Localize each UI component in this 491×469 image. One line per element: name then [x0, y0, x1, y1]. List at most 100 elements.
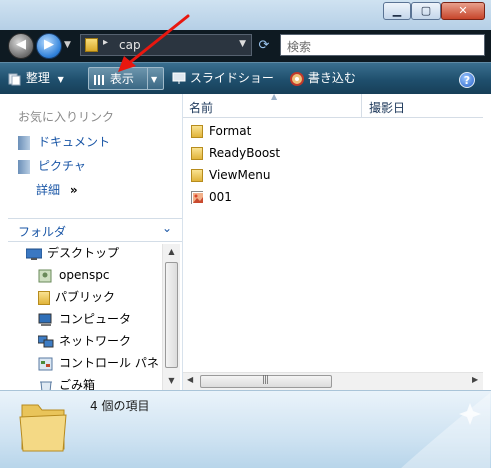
sort-ascending-icon: ▲	[271, 92, 278, 101]
favorites-header: お気に入りリンク	[18, 110, 115, 124]
folder-icon	[85, 38, 98, 52]
tree-item-network[interactable]: ネットワーク	[38, 330, 131, 352]
file-name: ReadyBoost	[209, 146, 281, 160]
scroll-right-arrow-icon[interactable]: ▶	[472, 375, 478, 384]
tree-item-public[interactable]: パブリック	[38, 286, 115, 308]
back-arrow-icon: ◀	[16, 37, 26, 52]
organize-icon	[8, 73, 21, 85]
scroll-thumb[interactable]	[165, 262, 178, 368]
address-row: ◀ ▶ ▼ ▸ cap ▼ ⟳ 検索	[0, 30, 491, 62]
burn-button[interactable]: 書き込む	[290, 67, 356, 90]
large-folder-icon	[19, 404, 67, 452]
help-icon: ?	[463, 74, 471, 87]
maximize-button[interactable]: ▢	[411, 2, 441, 20]
slideshow-icon	[172, 72, 186, 84]
list-item[interactable]: ViewMenu	[191, 164, 270, 186]
folders-header[interactable]: フォルダ ⌄	[8, 218, 182, 242]
slideshow-label: スライドショー	[189, 71, 274, 85]
refresh-button[interactable]: ⟳	[254, 36, 274, 56]
scroll-thumb[interactable]: |||	[200, 375, 332, 388]
list-item[interactable]: Format	[191, 120, 251, 142]
item-count: 4 個の項目	[90, 399, 150, 413]
favorite-label: ドキュメント	[38, 135, 111, 149]
organize-button[interactable]: 整理 ▼	[8, 67, 64, 90]
tree-item-openspc[interactable]: openspc	[38, 264, 109, 286]
file-name: 001	[209, 190, 232, 204]
tree-item-desktop[interactable]: デスクトップ	[26, 242, 119, 264]
nav-vertical-scrollbar[interactable]: ▲ ▼	[162, 244, 180, 390]
favorite-documents[interactable]: ドキュメント	[18, 132, 110, 152]
minimize-button[interactable]: ▁	[383, 2, 411, 20]
tree-label: パブリック	[55, 290, 116, 304]
user-folder-icon	[38, 269, 52, 282]
folders-label: フォルダ	[18, 225, 67, 239]
list-item[interactable]: ReadyBoost	[191, 142, 280, 164]
back-button[interactable]: ◀	[8, 33, 34, 59]
address-path[interactable]: cap	[119, 38, 141, 52]
address-dropdown[interactable]: ▼	[239, 39, 246, 49]
help-button[interactable]: ?	[459, 72, 475, 88]
favorite-label: ピクチャ	[38, 159, 86, 173]
refresh-icon: ⟳	[258, 38, 270, 53]
slideshow-button[interactable]: スライドショー	[172, 67, 274, 90]
scroll-up-arrow-icon[interactable]: ▲	[163, 247, 180, 256]
view-button[interactable]: 表示 ▼	[88, 67, 164, 90]
double-chevron-icon: »	[69, 183, 78, 197]
column-headers: ▲ 名前 撮影日	[183, 92, 483, 118]
folder-icon	[191, 147, 203, 160]
control-panel-icon	[38, 357, 53, 370]
tree-item-control-panel[interactable]: コントロール パネ	[38, 352, 159, 374]
tree-item-computer[interactable]: コンピュータ	[38, 308, 131, 330]
close-button[interactable]: ✕	[441, 2, 485, 20]
documents-icon	[18, 135, 30, 150]
file-list: ▲ 名前 撮影日 Format ReadyBoost ViewMenu 001 …	[183, 92, 483, 390]
column-header-name[interactable]: 名前	[189, 99, 213, 116]
tree-label: ネットワーク	[59, 334, 132, 348]
scroll-left-arrow-icon[interactable]: ◀	[187, 375, 193, 384]
folder-icon	[191, 169, 203, 182]
network-icon	[38, 335, 54, 347]
more-label: 詳細	[36, 183, 61, 197]
image-file-icon	[191, 191, 203, 204]
chevron-down-icon: ▼	[57, 75, 64, 84]
favorites-more-link[interactable]: 詳細 »	[36, 180, 78, 200]
forward-button[interactable]: ▶	[36, 33, 62, 59]
scroll-down-arrow-icon[interactable]: ▼	[163, 376, 180, 385]
breadcrumb-separator[interactable]: ▸	[103, 37, 108, 48]
navigation-pane: お気に入りリンク ドキュメント ピクチャ 詳細 » フォルダ ⌄ デスクトップ …	[8, 94, 183, 392]
column-header-date-taken[interactable]: 撮影日	[369, 99, 405, 116]
grip-icon: |||	[262, 375, 269, 385]
favorite-pictures[interactable]: ピクチャ	[18, 156, 86, 176]
computer-icon	[38, 313, 52, 326]
desktop-icon	[26, 248, 42, 260]
view-label: 表示	[109, 72, 134, 86]
maximize-icon: ▢	[420, 4, 432, 17]
details-pane: 4 個の項目	[0, 390, 491, 469]
list-item[interactable]: 001	[191, 186, 232, 208]
tree-label: openspc	[59, 268, 110, 282]
file-name: Format	[209, 124, 252, 138]
minimize-icon: ▁	[392, 4, 402, 17]
organize-label: 整理	[25, 71, 50, 85]
address-bar[interactable]: ▸ cap ▼	[80, 34, 252, 56]
search-input[interactable]: 検索	[280, 34, 485, 56]
view-icon	[94, 74, 104, 85]
list-horizontal-scrollbar[interactable]: ◀ ||| ▶	[183, 372, 483, 390]
title-bar: ▁ ▢ ✕	[0, 0, 491, 30]
chevron-down-icon[interactable]: ▼	[151, 68, 157, 91]
tree-label: コンピュータ	[59, 312, 132, 326]
folder-icon	[191, 125, 203, 138]
split-divider	[147, 68, 148, 89]
file-name: ViewMenu	[209, 168, 271, 182]
forward-arrow-icon: ▶	[44, 37, 54, 52]
column-divider[interactable]	[361, 94, 362, 118]
recent-pages-dropdown[interactable]: ▼	[64, 40, 71, 50]
chevron-down-icon: ⌄	[162, 221, 173, 235]
close-icon: ✕	[458, 4, 468, 17]
search-placeholder: 検索	[287, 40, 312, 54]
folder-icon	[38, 290, 50, 305]
tree-label: コントロール パネ	[59, 356, 159, 370]
pictures-icon	[18, 159, 30, 174]
burn-label: 書き込む	[307, 71, 356, 85]
command-bar: 整理 ▼ 表示 ▼ スライドショー 書き込む ?	[0, 62, 491, 94]
